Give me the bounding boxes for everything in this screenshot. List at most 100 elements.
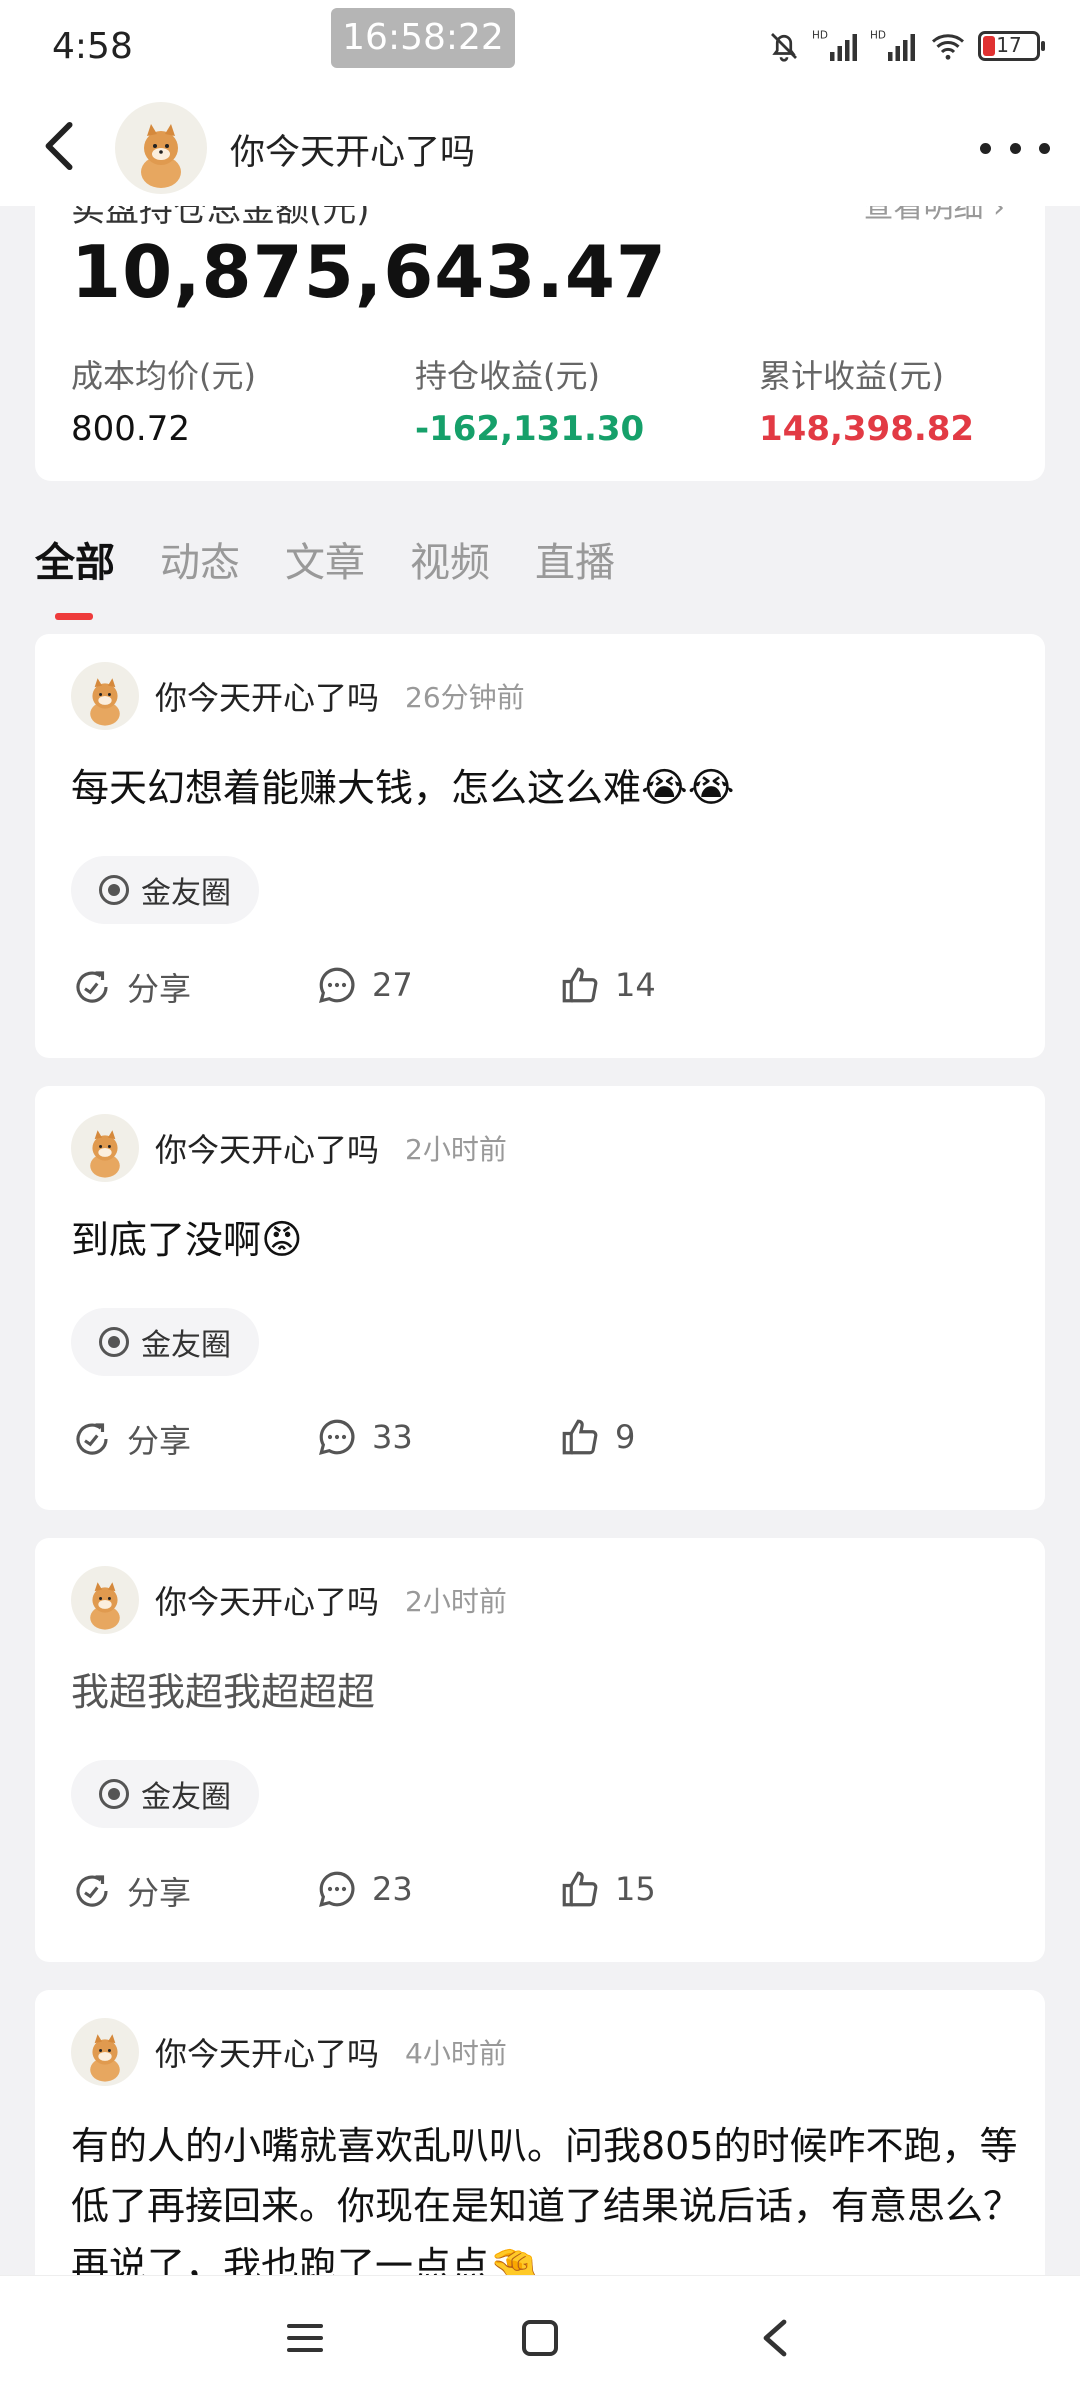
avatar[interactable] xyxy=(71,1566,139,1634)
like-button[interactable]: 14 xyxy=(559,964,656,1006)
post-header: 你今天开心了吗 2小时前 xyxy=(71,1566,507,1634)
share-button[interactable]: 分享 xyxy=(71,1868,191,1914)
post-actions: 分享 27 14 xyxy=(71,964,1011,1014)
post-header: 你今天开心了吗 2小时前 xyxy=(71,1114,507,1182)
post-text: 到底了没啊 xyxy=(71,1218,262,1262)
menu-icon xyxy=(287,2324,323,2352)
post-card[interactable]: 你今天开心了吗 26分钟前 每天幻想着能赚大钱，怎么这么难😭😭 金友圈 分享 2… xyxy=(35,634,1045,1058)
share-button[interactable]: 分享 xyxy=(71,964,191,1010)
topic-icon xyxy=(99,1779,129,1809)
dot xyxy=(1039,142,1050,154)
comment-icon xyxy=(319,967,355,1003)
post-text: 每天幻想着能赚大钱，怎么这么难 xyxy=(71,766,642,810)
post-content[interactable]: 到底了没啊😡 xyxy=(71,1212,1021,1268)
share-label: 分享 xyxy=(127,1874,192,1912)
system-back-button[interactable] xyxy=(745,2308,805,2368)
stat-label: 累计收益(元) xyxy=(759,357,944,395)
post-time: 4小时前 xyxy=(405,2037,507,2070)
tab-updates[interactable]: 动态 xyxy=(160,530,240,588)
comment-count: 33 xyxy=(372,1418,413,1456)
post-content[interactable]: 有的人的小嘴就喜欢乱叭叭。问我805的时候咋不跑，等低了再接回来。你现在是知道了… xyxy=(71,2116,1021,2275)
menu-button[interactable] xyxy=(275,2308,335,2368)
share-button[interactable]: 分享 xyxy=(71,1416,191,1462)
profile-header: 你今天开心了吗 xyxy=(0,90,1080,206)
home-button[interactable] xyxy=(510,2308,570,2368)
battery-level: 17 xyxy=(996,33,1022,57)
post-actions: 分享 23 15 xyxy=(71,1868,1011,1918)
post-actions: 分享 33 9 xyxy=(71,1416,1011,1466)
comment-button[interactable]: 33 xyxy=(316,1416,413,1458)
topic-label: 金友圈 xyxy=(141,1780,231,1815)
like-button[interactable]: 15 xyxy=(559,1868,656,1910)
wifi-icon xyxy=(932,34,964,60)
content-tabs: 全部 动态 文章 视频 直播 xyxy=(35,530,615,620)
topic-icon xyxy=(99,875,129,905)
share-label: 分享 xyxy=(127,1422,192,1460)
like-count: 15 xyxy=(615,1870,656,1908)
avatar[interactable] xyxy=(71,1114,139,1182)
post-emoji: 😭😭 xyxy=(641,765,735,811)
post-author[interactable]: 你今天开心了吗 xyxy=(155,2029,379,2075)
post-text: 有的人的小嘴就喜欢乱叭叭。问我805的时候咋不跑，等低了再接回来。你现在是知道了… xyxy=(71,2124,1022,2275)
chevron-left-icon xyxy=(45,121,73,171)
like-count: 9 xyxy=(615,1418,636,1456)
topic-tag[interactable]: 金友圈 xyxy=(71,1308,259,1376)
share-icon xyxy=(76,1875,108,1907)
shiba-avatar-icon xyxy=(71,1566,139,1634)
avatar[interactable] xyxy=(71,662,139,730)
comment-count: 27 xyxy=(372,966,413,1004)
shiba-avatar-icon xyxy=(71,1114,139,1182)
post-card[interactable]: 你今天开心了吗 2小时前 我超我超我超超超 金友圈 分享 23 15 xyxy=(35,1538,1045,1962)
comment-count: 23 xyxy=(372,1870,413,1908)
tab-articles[interactable]: 文章 xyxy=(285,530,365,588)
post-time: 2小时前 xyxy=(405,1585,507,1618)
comment-button[interactable]: 23 xyxy=(316,1868,413,1910)
screen-recording-timer: 16:58:22 xyxy=(331,8,515,68)
thumbs-up-icon xyxy=(562,1871,598,1907)
comment-button[interactable]: 27 xyxy=(316,964,413,1006)
post-emoji: 🤏 xyxy=(489,2243,539,2275)
stat-value: 148,398.82 xyxy=(759,409,975,449)
tab-all[interactable]: 全部 xyxy=(35,530,115,620)
tab-videos[interactable]: 视频 xyxy=(410,530,490,588)
comment-icon xyxy=(319,1419,355,1455)
post-card[interactable]: 你今天开心了吗 4小时前 有的人的小嘴就喜欢乱叭叭。问我805的时候咋不跑，等低… xyxy=(35,1990,1045,2275)
post-author[interactable]: 你今天开心了吗 xyxy=(155,1577,379,1623)
status-icons: HD HD 17 xyxy=(766,28,1045,64)
post-card[interactable]: 你今天开心了吗 2小时前 到底了没啊😡 金友圈 分享 33 9 xyxy=(35,1086,1045,1510)
more-options-button[interactable] xyxy=(980,128,1050,168)
post-time: 26分钟前 xyxy=(405,681,525,714)
total-holdings-value: 10,875,643.47 xyxy=(71,230,668,314)
svg-text:HD: HD xyxy=(812,30,828,42)
share-label: 分享 xyxy=(127,970,192,1008)
topic-label: 金友圈 xyxy=(141,1328,231,1363)
topic-label: 金友圈 xyxy=(141,876,231,911)
avatar[interactable] xyxy=(115,102,207,194)
like-button[interactable]: 9 xyxy=(559,1416,635,1458)
tab-live[interactable]: 直播 xyxy=(535,530,615,588)
shiba-avatar-icon xyxy=(71,2018,139,2086)
svg-text:HD: HD xyxy=(870,30,886,42)
topic-tag[interactable]: 金友圈 xyxy=(71,1760,259,1828)
avatar[interactable] xyxy=(71,2018,139,2086)
stat-value: 800.72 xyxy=(71,409,190,449)
post-content[interactable]: 每天幻想着能赚大钱，怎么这么难😭😭 xyxy=(71,760,1021,816)
post-content[interactable]: 我超我超我超超超 xyxy=(71,1664,1021,1720)
dot xyxy=(1009,142,1021,154)
post-header: 你今天开心了吗 26分钟前 xyxy=(71,662,525,730)
thumbs-up-icon xyxy=(562,967,598,1003)
back-button[interactable] xyxy=(30,116,90,176)
post-author[interactable]: 你今天开心了吗 xyxy=(155,1125,379,1171)
topic-tag[interactable]: 金友圈 xyxy=(71,856,259,924)
post-header: 你今天开心了吗 4小时前 xyxy=(71,2018,507,2086)
post-author[interactable]: 你今天开心了吗 xyxy=(155,673,379,719)
thumbs-up-icon xyxy=(562,1419,598,1455)
share-icon xyxy=(76,971,108,1003)
like-count: 14 xyxy=(615,966,656,1004)
topic-icon xyxy=(99,1327,129,1357)
holdings-label: 实盘持仓总金额(元) xyxy=(71,206,370,230)
back-arrow-icon xyxy=(763,2319,787,2357)
battery-icon: 17 xyxy=(978,31,1045,61)
post-time: 2小时前 xyxy=(405,1133,507,1166)
holdings-detail-link[interactable]: 查看明细 › xyxy=(863,206,1005,226)
